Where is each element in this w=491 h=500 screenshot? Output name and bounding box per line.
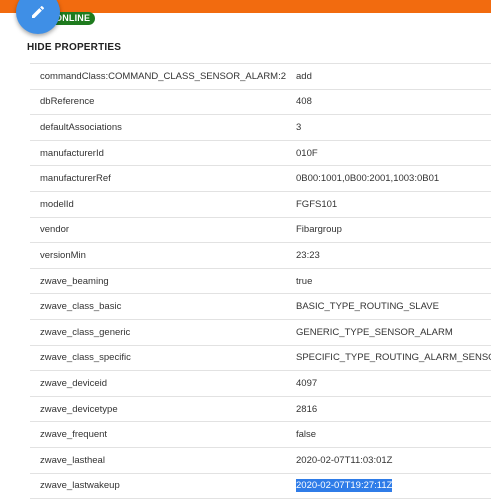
property-value: 408 <box>296 96 312 108</box>
property-value: 010F <box>296 147 318 159</box>
property-row: zwave_devicetype 2816 <box>30 395 491 422</box>
edit-button[interactable] <box>16 0 60 34</box>
property-key: zwave_deviceid <box>30 370 286 397</box>
hide-properties-toggle[interactable]: HIDE PROPERTIES <box>27 42 121 53</box>
property-key: zwave_frequent <box>30 421 286 448</box>
property-row: commandClass:COMMAND_CLASS_SENSOR_ALARM:… <box>30 63 491 90</box>
property-value: 3 <box>296 121 302 133</box>
property-value-cell: BASIC_TYPE_ROUTING_SLAVE <box>286 293 491 320</box>
property-value-cell: Fibargroup <box>286 216 491 243</box>
property-value-cell: 4097 <box>286 370 491 397</box>
property-value-cell: 2816 <box>286 395 491 422</box>
property-row: zwave_deviceid 4097 <box>30 370 491 397</box>
property-key: zwave_devicetype <box>30 395 286 422</box>
property-row: zwave_frequent false <box>30 421 491 448</box>
property-value-cell: 0B00:1001,0B00:2001,1003:0B01 <box>286 165 491 192</box>
property-key: modelId <box>30 190 286 218</box>
property-value: GENERIC_TYPE_SENSOR_ALARM <box>296 326 453 338</box>
property-value-cell: true <box>286 267 491 294</box>
property-value: BASIC_TYPE_ROUTING_SLAVE <box>296 301 439 313</box>
property-value: FGFS101 <box>296 198 338 210</box>
property-key: zwave_beaming <box>30 267 286 294</box>
property-value-cell: add <box>286 63 491 90</box>
property-key: versionMin <box>30 242 286 269</box>
property-row: dbReference 408 <box>30 88 491 115</box>
properties-table: commandClass:COMMAND_CLASS_SENSOR_ALARM:… <box>30 63 491 500</box>
pencil-icon <box>32 5 45 18</box>
property-value-cell: false <box>286 421 491 448</box>
property-value-selected: 2020-02-07T19:27:11Z <box>296 479 393 493</box>
property-value-cell: GENERIC_TYPE_SENSOR_ALARM <box>286 318 491 346</box>
property-value-cell: 3 <box>286 114 491 141</box>
property-key: zwave_class_basic <box>30 293 286 320</box>
property-value: 2020-02-07T11:03:01Z <box>296 454 393 466</box>
property-value: add <box>296 70 312 82</box>
property-row: manufacturerRef 0B00:1001,0B00:2001,1003:… <box>30 165 491 192</box>
property-key: zwave_lastwakeup <box>30 472 286 500</box>
property-value-cell: 23:23 <box>286 242 491 269</box>
property-value-cell: 408 <box>286 88 491 115</box>
property-row: zwave_lastwakeup 2020-02-07T19:27:11Z <box>30 472 491 500</box>
property-key: defaultAssociations <box>30 114 286 141</box>
property-key: commandClass:COMMAND_CLASS_SENSOR_ALARM:… <box>30 63 286 90</box>
property-row: zwave_class_generic GENERIC_TYPE_SENSOR_A… <box>30 318 491 346</box>
thing-properties-page: ONLINE HIDE PROPERTIES commandClass:COMM… <box>0 0 491 500</box>
property-key: zwave_class_specific <box>30 344 286 371</box>
property-value: Fibargroup <box>296 224 342 236</box>
property-row: zwave_lastheal 2020-02-07T11:03:01Z <box>30 446 491 473</box>
property-value: 23:23 <box>296 249 320 261</box>
property-value: true <box>296 275 313 287</box>
property-row: zwave_class_basic BASIC_TYPE_ROUTING_SLAV… <box>30 293 491 320</box>
property-row: defaultAssociations 3 <box>30 114 491 141</box>
property-value: SPECIFIC_TYPE_ROUTING_ALARM_SENSOR <box>296 352 491 364</box>
property-value-cell: 010F <box>286 139 491 166</box>
property-row: zwave_class_specific SPECIFIC_TYPE_ROUTIN… <box>30 344 491 371</box>
property-value-cell: SPECIFIC_TYPE_ROUTING_ALARM_SENSOR <box>286 344 491 371</box>
property-row: zwave_beaming true <box>30 267 491 294</box>
property-value: 4097 <box>296 377 318 389</box>
property-row: vendor Fibargroup <box>30 216 491 243</box>
property-key: manufacturerId <box>30 139 286 166</box>
property-row: manufacturerId 010F <box>30 139 491 166</box>
property-value-cell: 2020-02-07T19:27:11Z <box>286 472 491 500</box>
property-value-cell: 2020-02-07T11:03:01Z <box>286 446 491 473</box>
property-key: dbReference <box>30 88 286 115</box>
property-value: 2816 <box>296 403 318 415</box>
property-row: versionMin 23:23 <box>30 242 491 269</box>
property-key: zwave_class_generic <box>30 318 286 346</box>
property-key: vendor <box>30 216 286 243</box>
property-row: modelId FGFS101 <box>30 190 491 218</box>
property-value: 0B00:1001,0B00:2001,1003:0B01 <box>296 173 440 185</box>
property-value-cell: FGFS101 <box>286 190 491 218</box>
property-key: manufacturerRef <box>30 165 286 192</box>
property-key: zwave_lastheal <box>30 446 286 473</box>
property-value: false <box>296 429 317 441</box>
